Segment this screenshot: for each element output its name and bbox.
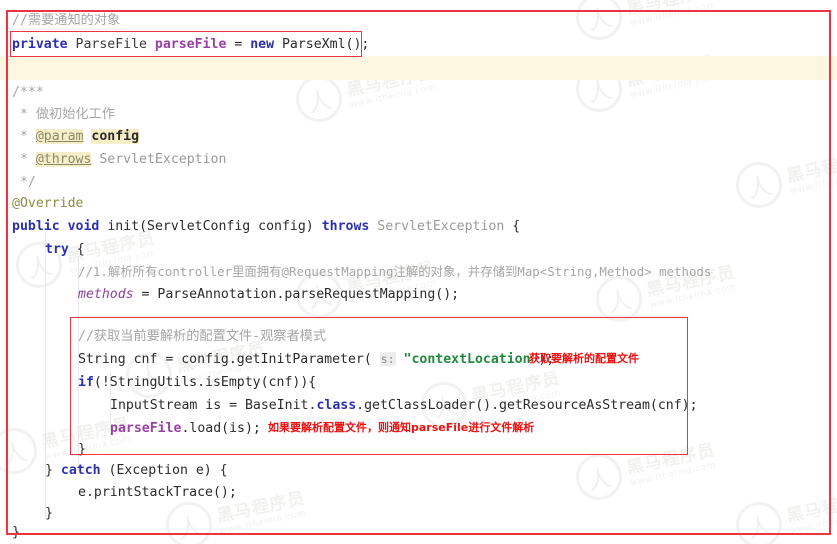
field-methods: methods — [78, 287, 134, 302]
field-parsefile: parseFile — [110, 421, 182, 436]
code-editor-content[interactable]: //需要通知的对象 private ParseFile parseFile = … — [0, 0, 837, 544]
type-parsefile: ParseFile — [67, 37, 155, 52]
code-line[interactable]: * @throws ServletException — [12, 148, 226, 172]
exception-servletexception: ServletException — [369, 219, 513, 234]
call-load: .load(is); — [181, 421, 261, 436]
call-parserequestmapping: = ParseAnnotation.parseRequestMapping(); — [133, 287, 460, 302]
keyword-new: new — [250, 37, 275, 52]
code-line[interactable]: } — [12, 521, 20, 544]
code-line[interactable]: String cnf = config.getInitParameter( s:… — [78, 348, 554, 372]
code-line[interactable]: InputStream is = BaseInit.class.getClass… — [110, 394, 698, 418]
comment-text: //获取当前要解析的配置文件-观察者模式 — [78, 329, 327, 344]
keyword-private: private — [12, 37, 68, 52]
call-printstacktrace: e.printStackTrace(); — [78, 485, 237, 500]
code-line[interactable]: //1.解析所有controller里面拥有@RequestMapping注解的… — [78, 260, 711, 284]
javadoc-throws-value: ServletException — [99, 152, 227, 167]
code-line[interactable]: * 做初始化工作 — [12, 103, 115, 127]
catch-parameter: (Exception e) { — [100, 463, 228, 478]
javadoc-param-tag: @param — [35, 129, 84, 144]
code-screenshot: 人 黑马程序员 www.itheima.com 人 黑马程序员 www.ithe… — [0, 0, 837, 544]
declaration-inputstream: InputStream is = BaseInit. — [110, 398, 317, 413]
if-condition: (!StringUtils.isEmpty(cnf)){ — [93, 375, 317, 390]
keyword-throws: throws — [321, 219, 370, 234]
annotation-note: 如果要解析配置文件，则通知parseFile进行文件解析 — [268, 421, 535, 434]
comment-text: //需要通知的对象 — [12, 13, 121, 28]
brace-close: } — [45, 463, 61, 478]
constructor-parsexml: ParseXml(); — [274, 37, 370, 52]
keyword-try: try — [45, 242, 69, 257]
javadoc-open: /*** — [12, 85, 44, 100]
code-line[interactable]: //获取当前要解析的配置文件-观察者模式 — [78, 325, 326, 349]
brace-open: { — [512, 219, 521, 234]
code-line[interactable]: methods = ParseAnnotation.parseRequestMa… — [78, 283, 459, 307]
code-line[interactable]: private ParseFile parseFile = new ParseX… — [12, 33, 369, 57]
code-line[interactable]: if(!StringUtils.isEmpty(cnf)){ — [78, 371, 316, 395]
brace-close: } — [45, 506, 53, 521]
string-literal-contextlocation: "contextLocation" — [403, 352, 539, 367]
code-line[interactable]: @Override — [12, 192, 83, 216]
javadoc-throws-tag: @throws — [35, 152, 92, 167]
keyword-public: public — [12, 219, 60, 234]
javadoc-param-value: config — [91, 129, 140, 144]
code-line[interactable]: */ — [12, 171, 36, 195]
keyword-class: class — [316, 398, 357, 413]
declaration-string-cnf: String cnf = config.getInitParameter( — [78, 352, 372, 367]
brace-open: { — [76, 242, 85, 257]
comment-text: //1.解析所有controller里面拥有@RequestMapping注解的… — [78, 264, 712, 279]
keyword-void: void — [67, 219, 100, 234]
annotation-note: 获取要解析的配置文件 — [529, 352, 639, 365]
keyword-if: if — [78, 375, 94, 390]
code-line[interactable]: public void init(ServletConfig config) t… — [12, 215, 520, 239]
javadoc-description: * 做初始化工作 — [12, 107, 115, 122]
code-line[interactable]: * @param config — [12, 125, 140, 149]
field-parsefile: parseFile — [154, 37, 227, 52]
brace-close: } — [12, 525, 20, 540]
code-line[interactable]: e.printStackTrace(); — [78, 481, 237, 505]
method-parameters: (ServletConfig config) — [139, 219, 322, 234]
brace-close: } — [78, 442, 86, 457]
code-line[interactable]: } catch (Exception e) { — [45, 459, 228, 483]
code-line[interactable]: } — [78, 438, 86, 462]
operator-assign: = — [226, 37, 251, 52]
javadoc-star: * — [12, 152, 36, 167]
code-line[interactable]: /*** — [12, 81, 44, 105]
code-line[interactable]: } — [45, 502, 53, 526]
javadoc-star: * — [12, 129, 36, 144]
annotation-override: @Override — [12, 196, 84, 211]
code-line[interactable]: //需要通知的对象 — [12, 9, 120, 33]
call-getresourceasstream: .getClassLoader().getResourceAsStream(cn… — [356, 398, 698, 413]
code-line[interactable]: parseFile.load(is); — [110, 417, 261, 441]
keyword-catch: catch — [60, 463, 101, 478]
parameter-hint: s: — [379, 352, 396, 366]
method-name-init: init — [107, 219, 140, 234]
javadoc-close: */ — [12, 175, 36, 190]
code-line[interactable]: try { — [45, 238, 85, 262]
